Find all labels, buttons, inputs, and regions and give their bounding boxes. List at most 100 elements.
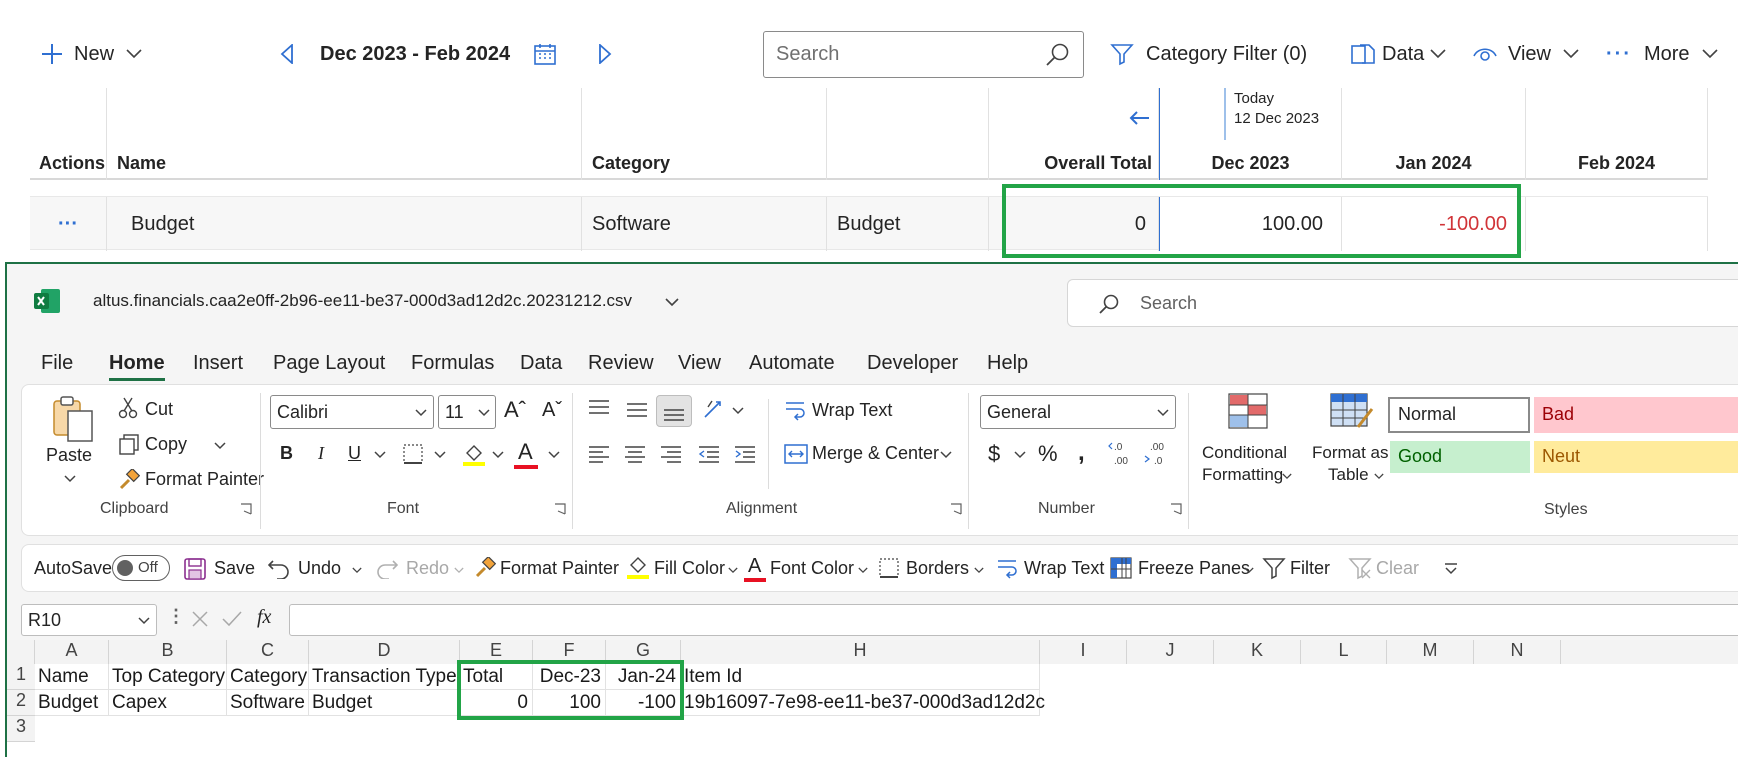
column-letter[interactable]: B [109, 640, 227, 664]
cell-G1[interactable]: Jan-24 [606, 664, 681, 690]
bold-button[interactable]: B [280, 443, 293, 464]
qat-format-painter-button[interactable]: Format Painter [500, 558, 619, 579]
cell-E2[interactable]: 0 [460, 690, 533, 716]
copy-button[interactable]: Copy [145, 434, 187, 455]
name-box[interactable]: R10 [21, 604, 157, 636]
view-menu-button[interactable]: View [1472, 38, 1579, 70]
dialog-launcher-icon[interactable] [1170, 503, 1182, 515]
chevron-down-icon[interactable] [728, 567, 738, 574]
menu-view[interactable]: View [678, 352, 721, 375]
save-button[interactable]: Save [214, 558, 255, 579]
column-letter[interactable]: J [1127, 640, 1214, 664]
number-format-select[interactable]: General [980, 395, 1176, 429]
menu-help[interactable]: Help [987, 352, 1028, 375]
column-letter[interactable]: E [460, 640, 533, 664]
cell-H1[interactable]: Item Id [681, 664, 1040, 690]
wrap-text-button[interactable]: Wrap Text [812, 400, 892, 421]
font-name-select[interactable]: Calibri [270, 395, 434, 429]
align-middle-icon[interactable] [626, 401, 648, 419]
align-right-icon[interactable] [660, 445, 682, 463]
chevron-down-icon[interactable] [1244, 567, 1254, 574]
row-feb-2024[interactable] [1526, 197, 1708, 251]
menu-data[interactable]: Data [520, 352, 562, 375]
align-center-icon[interactable] [624, 445, 646, 463]
chevron-down-icon[interactable] [732, 407, 744, 415]
dialog-launcher-icon[interactable] [240, 503, 252, 515]
fill-color-icon[interactable] [462, 441, 486, 467]
chevron-down-icon[interactable] [434, 451, 446, 459]
cell-A2[interactable]: Budget [35, 690, 109, 716]
font-color-icon[interactable]: A [518, 439, 533, 465]
conditional-formatting-button[interactable]: Conditional Formatting [1198, 393, 1302, 497]
category-filter-button[interactable]: Category Filter (0) [1110, 38, 1307, 70]
comma-style-icon[interactable]: , [1078, 439, 1085, 467]
select-all-corner[interactable] [7, 640, 35, 664]
autosave-toggle[interactable]: Off [112, 555, 170, 581]
column-letter[interactable]: N [1474, 640, 1561, 664]
cut-button[interactable]: Cut [145, 399, 173, 420]
previous-period-button[interactable] [280, 38, 294, 70]
fill-color-button[interactable]: Fill Color [654, 558, 725, 579]
column-letter[interactable]: D [309, 640, 460, 664]
chevron-down-icon[interactable] [940, 451, 952, 459]
menu-file[interactable]: File [41, 352, 73, 375]
column-header-jan-2024[interactable]: Jan 2024 [1342, 88, 1526, 180]
font-size-select[interactable]: 11 [438, 395, 496, 429]
data-menu-button[interactable]: Data [1350, 38, 1446, 70]
qat-wrap-text-button[interactable]: Wrap Text [1024, 558, 1104, 579]
percent-style-icon[interactable]: % [1038, 441, 1058, 467]
decrease-indent-icon[interactable] [698, 445, 720, 463]
font-color-button[interactable]: Font Color [770, 558, 854, 579]
cell-F2[interactable]: 100 [533, 690, 606, 716]
clear-button[interactable]: Clear [1376, 558, 1419, 579]
drag-handle-icon[interactable]: ⋮ [167, 606, 185, 627]
more-menu-button[interactable]: ··· More [1606, 38, 1718, 70]
menu-page-layout[interactable]: Page Layout [273, 352, 385, 375]
file-name[interactable]: altus.financials.caa2e0ff-2b96-ee11-be37… [93, 291, 632, 311]
column-letter[interactable]: K [1214, 640, 1301, 664]
row-number[interactable]: 2 [7, 690, 35, 716]
paste-button[interactable]: Paste [42, 395, 102, 495]
redo-button[interactable]: Redo [406, 558, 449, 579]
column-letter[interactable]: A [35, 640, 109, 664]
column-letter[interactable]: I [1040, 640, 1127, 664]
column-letter[interactable]: G [606, 640, 681, 664]
chevron-down-icon[interactable] [374, 451, 386, 459]
row-overall-total[interactable]: 0 [989, 197, 1159, 251]
cell-G2[interactable]: -100 [606, 690, 681, 716]
row-dec-2023[interactable]: 100.00 [1159, 197, 1342, 251]
format-as-table-button[interactable]: Format as Table [1312, 393, 1394, 497]
chevron-down-icon[interactable] [665, 298, 679, 307]
style-normal[interactable]: Normal [1388, 397, 1530, 433]
insert-function-button[interactable]: fx [257, 606, 271, 629]
increase-font-size-icon[interactable]: Aˆ [504, 397, 526, 423]
chevron-down-icon[interactable] [548, 451, 560, 459]
chevron-down-icon[interactable] [454, 567, 464, 574]
menu-formulas[interactable]: Formulas [411, 352, 494, 375]
align-left-icon[interactable] [588, 445, 610, 463]
undo-button[interactable]: Undo [298, 558, 341, 579]
filter-button[interactable]: Filter [1290, 558, 1330, 579]
chevron-down-icon[interactable] [352, 567, 362, 574]
menu-review[interactable]: Review [588, 352, 654, 375]
column-header-overall-total[interactable]: Overall Total [989, 88, 1159, 180]
arrow-left-icon[interactable] [1128, 110, 1150, 126]
row-number[interactable]: 3 [7, 716, 35, 742]
cell-B2[interactable]: Capex [109, 690, 227, 716]
column-letter[interactable]: H [681, 640, 1040, 664]
merge-center-button[interactable]: Merge & Center [812, 443, 939, 464]
dialog-launcher-icon[interactable] [554, 503, 566, 515]
column-letter[interactable]: F [533, 640, 606, 664]
cell-D1[interactable]: Transaction Type [309, 664, 460, 690]
freeze-panes-button[interactable]: Freeze Panes [1138, 558, 1250, 579]
increase-decimal-icon[interactable]: .0.00 [1108, 439, 1136, 467]
accounting-format-icon[interactable]: $ [988, 441, 1000, 467]
enter-icon[interactable] [221, 610, 243, 628]
cancel-icon[interactable] [191, 610, 209, 628]
column-letter[interactable]: L [1301, 640, 1387, 664]
chevron-down-icon[interactable] [858, 567, 868, 574]
column-header-feb-2024[interactable]: Feb 2024 [1526, 88, 1708, 180]
column-header-dec-2023[interactable]: Today 12 Dec 2023 Dec 2023 [1159, 88, 1342, 180]
excel-search-input[interactable]: Search [1067, 279, 1738, 327]
cell-F1[interactable]: Dec-23 [533, 664, 606, 690]
